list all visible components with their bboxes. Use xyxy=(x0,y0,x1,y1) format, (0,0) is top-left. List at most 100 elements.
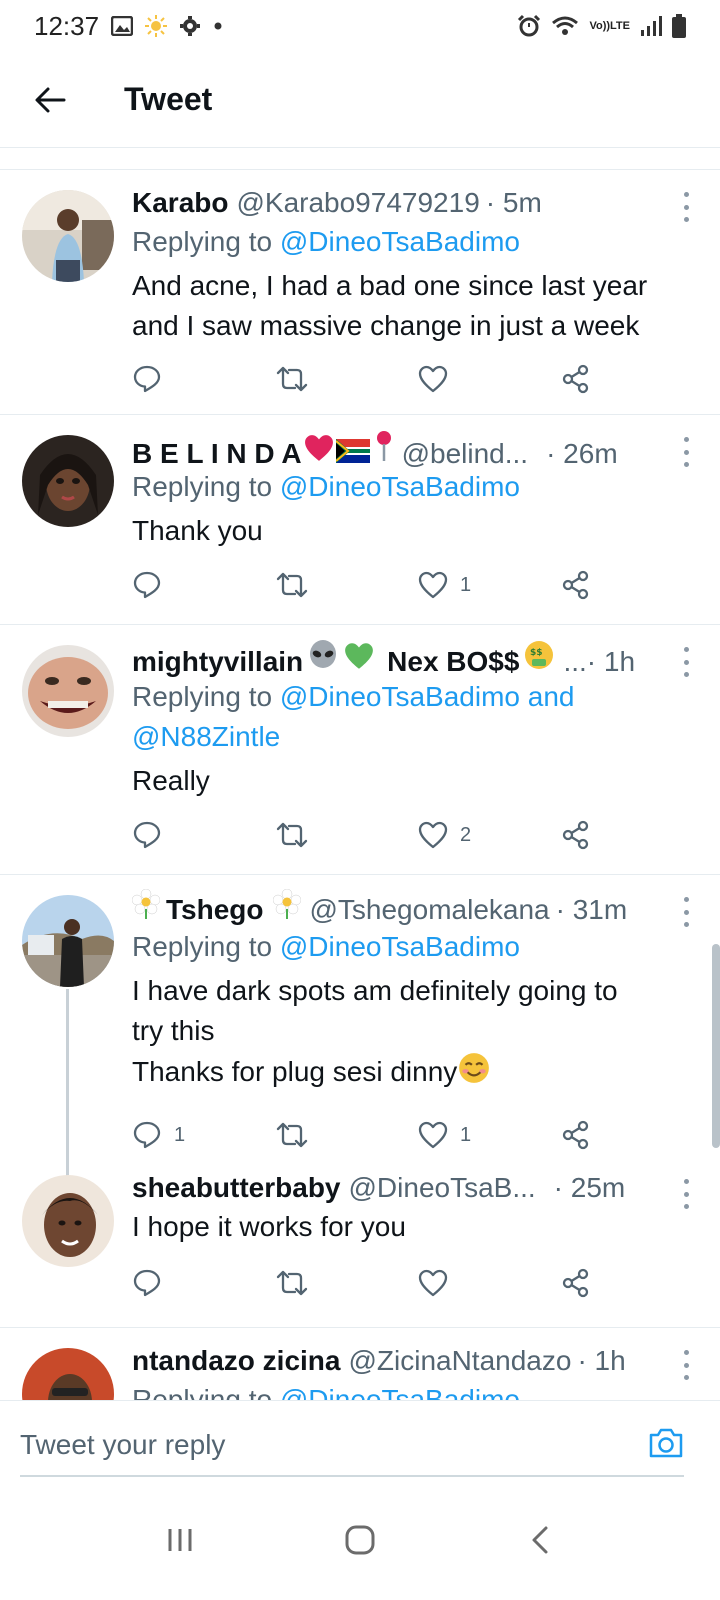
share-button[interactable] xyxy=(561,570,704,600)
more-options-button[interactable] xyxy=(676,437,696,467)
mention-link[interactable]: @N88Zintle xyxy=(132,721,280,752)
reply-button[interactable]: 1 xyxy=(132,1120,275,1150)
reply-button[interactable] xyxy=(132,570,275,600)
tweet-item[interactable]: Tshego @Tshegomalekana · 31m Replying to… xyxy=(0,875,720,1189)
timestamp: · 1h xyxy=(577,1345,626,1376)
reply-button[interactable] xyxy=(132,364,275,394)
reply-icon xyxy=(133,1121,161,1149)
camera-button[interactable] xyxy=(648,1427,684,1464)
lte-label: LTE xyxy=(610,19,630,32)
replying-to: Replying to @DineoTsaBadimo xyxy=(132,467,700,507)
heart-icon xyxy=(418,571,448,599)
system-back-button[interactable] xyxy=(510,1510,570,1570)
retweet-icon xyxy=(276,572,308,598)
more-options-button[interactable] xyxy=(676,1350,696,1380)
home-button[interactable] xyxy=(330,1510,390,1570)
tweet-text-line: And acne, I had a bad one since last yea… xyxy=(132,270,648,301)
recent-apps-button[interactable] xyxy=(150,1510,210,1570)
sun-icon xyxy=(145,15,168,37)
mention-link[interactable]: @DineoTsaBadimo xyxy=(280,471,520,502)
reply-input[interactable] xyxy=(20,1415,684,1477)
retweet-icon xyxy=(276,822,308,848)
status-bar: 12:37 Vo)) LTE xyxy=(0,0,720,52)
timestamp: · 25m xyxy=(553,1172,626,1203)
mention-link[interactable]: @DineoTsaBadimo and xyxy=(280,681,575,712)
tweet-text-line: I have dark spots am definitely going to xyxy=(132,975,618,1006)
share-button[interactable] xyxy=(561,1268,704,1298)
back-arrow-icon xyxy=(35,87,66,112)
tweet-item[interactable]: ntandazo zicina @ZicinaNtandazo · 1h Rep… xyxy=(0,1328,720,1400)
volte-icon: Vo)) LTE xyxy=(589,19,630,32)
tweet-actions: 1 1 xyxy=(132,1115,720,1155)
like-button[interactable]: 1 xyxy=(418,1121,561,1149)
share-button[interactable] xyxy=(561,820,704,850)
more-options-button[interactable] xyxy=(676,897,696,927)
reply-icon xyxy=(133,365,161,393)
like-button[interactable]: 2 xyxy=(418,821,561,849)
retweet-icon xyxy=(276,366,308,392)
tweet-item[interactable]: mightyvillain Nex BO$$ $$ ... · 1h Reply… xyxy=(0,625,720,875)
tweet-item[interactable]: B E L I N D A @belind... · 26m Replying … xyxy=(0,415,720,625)
replying-to-prefix: Replying to xyxy=(132,226,280,257)
retweet-icon xyxy=(276,1270,308,1296)
share-button[interactable] xyxy=(561,364,704,394)
avatar[interactable] xyxy=(22,190,114,282)
user-handle[interactable]: @Karabo97479219 xyxy=(236,184,479,222)
display-name[interactable]: Tshego xyxy=(166,891,263,929)
display-name[interactable]: mightyvillain xyxy=(132,643,303,681)
scrollbar[interactable] xyxy=(712,944,720,1148)
share-button[interactable] xyxy=(561,1120,704,1150)
tweet-actions xyxy=(132,1263,720,1303)
replying-to: Replying to @DineoTsaBadimo xyxy=(132,1380,700,1400)
camera-icon xyxy=(649,1428,683,1458)
reply-button[interactable] xyxy=(132,1268,275,1298)
mention-link[interactable]: @DineoTsaBadimo xyxy=(280,226,520,257)
replying-to: Replying to @DineoTsaBadimo xyxy=(132,927,700,967)
like-count: 2 xyxy=(460,823,472,846)
tweet-item[interactable]: sheabutterbaby @DineoTsaB... · 25m I hop… xyxy=(0,1165,720,1328)
user-handle[interactable]: @ZicinaNtandazo xyxy=(348,1342,571,1380)
dot-icon xyxy=(213,21,223,31)
user-handle[interactable]: @Tshegomalekana xyxy=(309,891,549,929)
wifi-icon xyxy=(551,15,579,37)
svg-text:$$: $$ xyxy=(530,648,543,658)
replying-to-prefix: Replying to xyxy=(132,1384,280,1400)
smiling-face-emoji-icon xyxy=(457,1051,491,1096)
share-icon xyxy=(562,364,589,394)
user-handle[interactable]: @DineoTsaB... xyxy=(349,1169,536,1207)
home-icon xyxy=(345,1525,375,1555)
avatar[interactable] xyxy=(22,895,114,987)
avatar[interactable] xyxy=(22,645,114,737)
back-button[interactable] xyxy=(0,52,100,148)
reply-button[interactable] xyxy=(132,820,275,850)
tweet-text-line: Really xyxy=(132,765,210,796)
like-button[interactable] xyxy=(418,1269,561,1297)
tweet-text-line-with-emoji: Thanks for plug sesi dinny xyxy=(132,1051,700,1096)
avatar[interactable] xyxy=(22,435,114,527)
more-options-button[interactable] xyxy=(676,647,696,677)
display-name[interactable]: ntandazo zicina xyxy=(132,1342,340,1380)
like-button[interactable] xyxy=(418,365,561,393)
tweet-item[interactable]: Karabo @Karabo97479219 · 5m Replying to … xyxy=(0,170,720,415)
share-icon xyxy=(562,570,589,600)
mention-link[interactable]: @DineoTsaBadimo xyxy=(280,931,520,962)
retweet-button[interactable] xyxy=(275,820,418,850)
reply-feed[interactable]: Karabo @Karabo97479219 · 5m Replying to … xyxy=(0,170,720,1400)
like-button[interactable]: 1 xyxy=(418,571,561,599)
display-name[interactable]: Karabo xyxy=(132,184,228,222)
avatar[interactable] xyxy=(22,1175,114,1267)
display-name[interactable]: sheabutterbaby xyxy=(132,1169,341,1207)
recent-apps-icon xyxy=(168,1529,192,1551)
display-name-suffix[interactable]: Nex BO$$ xyxy=(387,643,519,681)
mention-link[interactable]: @DineoTsaBadimo xyxy=(280,1384,520,1400)
retweet-button[interactable] xyxy=(275,1268,418,1298)
retweet-button[interactable] xyxy=(275,1120,418,1150)
more-options-button[interactable] xyxy=(676,192,696,222)
more-options-button[interactable] xyxy=(676,1179,696,1209)
heart-icon xyxy=(418,1121,448,1149)
retweet-button[interactable] xyxy=(275,570,418,600)
user-handle[interactable]: ... xyxy=(563,643,586,681)
reply-icon xyxy=(133,1269,161,1297)
retweet-button[interactable] xyxy=(275,364,418,394)
avatar[interactable] xyxy=(22,1348,114,1400)
